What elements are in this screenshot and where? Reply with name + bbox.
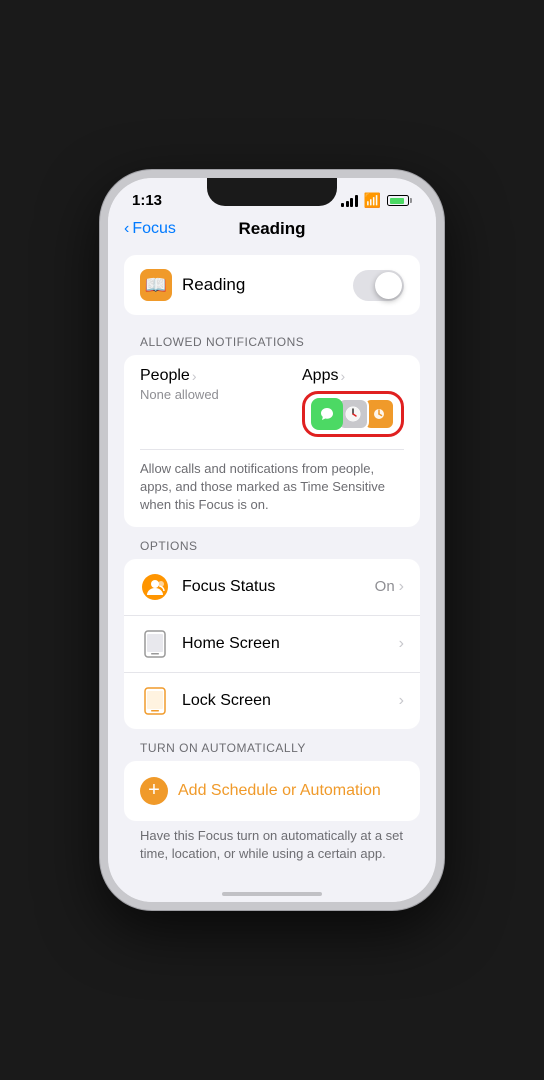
phone-frame: 1:13 📶 ‹ Foc [100,170,444,910]
home-screen-icon [140,629,170,659]
wifi-icon: 📶 [364,192,381,209]
reading-icon: 📖 [140,269,172,301]
chevron-left-icon: ‹ [124,220,129,238]
app-icon-messages [311,398,343,430]
lock-screen-row[interactable]: Lock Screen › [124,673,420,729]
people-sub: None allowed [140,387,219,402]
book-icon: 📖 [145,275,167,296]
home-screen-right: › [399,635,404,653]
add-schedule-row[interactable]: + Add Schedule or Automation [124,761,420,821]
home-screen-row[interactable]: Home Screen › [124,616,420,673]
chevron-right-lock: › [399,692,404,710]
automation-card: + Add Schedule or Automation [124,761,420,821]
apps-label: Apps › [302,367,345,385]
reading-toggle-card: 📖 Reading [124,255,420,315]
apps-section[interactable]: Apps › [302,367,404,437]
status-icons: 📶 [341,192,412,209]
automation-description: Have this Focus turn on automatically at… [108,821,436,863]
home-bar [222,892,322,896]
scroll-content: 📖 Reading ALLOWED NOTIFICATIONS People [108,247,436,874]
toggle-thumb [375,272,402,299]
add-icon: + [140,777,168,805]
focus-status-icon [140,572,170,602]
nav-title: Reading [238,219,305,239]
back-label: Focus [132,220,176,238]
focus-status-label: Focus Status [182,578,363,596]
notifications-row: People › None allowed Apps › [140,367,404,437]
focus-status-row[interactable]: Focus Status On › [124,559,420,616]
status-time: 1:13 [132,192,162,209]
reading-toggle[interactable] [353,270,404,301]
home-indicator [108,874,436,902]
chevron-right-icon-apps: › [340,368,345,384]
screen: 1:13 📶 ‹ Foc [108,178,436,902]
people-section[interactable]: People › None allowed [140,367,219,402]
notch [207,178,337,206]
battery-icon [387,195,412,206]
people-label: People › [140,367,219,385]
home-screen-label: Home Screen [182,635,387,653]
notifications-description: Allow calls and notifications from peopl… [140,449,404,515]
notifications-card: People › None allowed Apps › [124,355,420,527]
apps-icons-group [302,391,404,437]
reading-label: Reading [182,275,245,295]
turn-on-auto-label: TURN ON AUTOMATICALLY [108,729,436,761]
options-label: OPTIONS [108,527,436,559]
allowed-notifications-label: ALLOWED NOTIFICATIONS [108,323,436,355]
back-button[interactable]: ‹ Focus [124,220,176,238]
nav-bar: ‹ Focus Reading [108,215,436,247]
focus-status-value: On [375,578,395,595]
lock-screen-right: › [399,692,404,710]
chevron-right-home: › [399,635,404,653]
add-schedule-label: Add Schedule or Automation [178,782,381,800]
chevron-right-icon: › [192,368,197,384]
lock-screen-icon [140,686,170,716]
chevron-right-focus: › [399,578,404,596]
lock-screen-label: Lock Screen [182,692,387,710]
options-card: Focus Status On › Home [124,559,420,729]
focus-status-right: On › [375,578,404,596]
signal-icon [341,195,358,207]
